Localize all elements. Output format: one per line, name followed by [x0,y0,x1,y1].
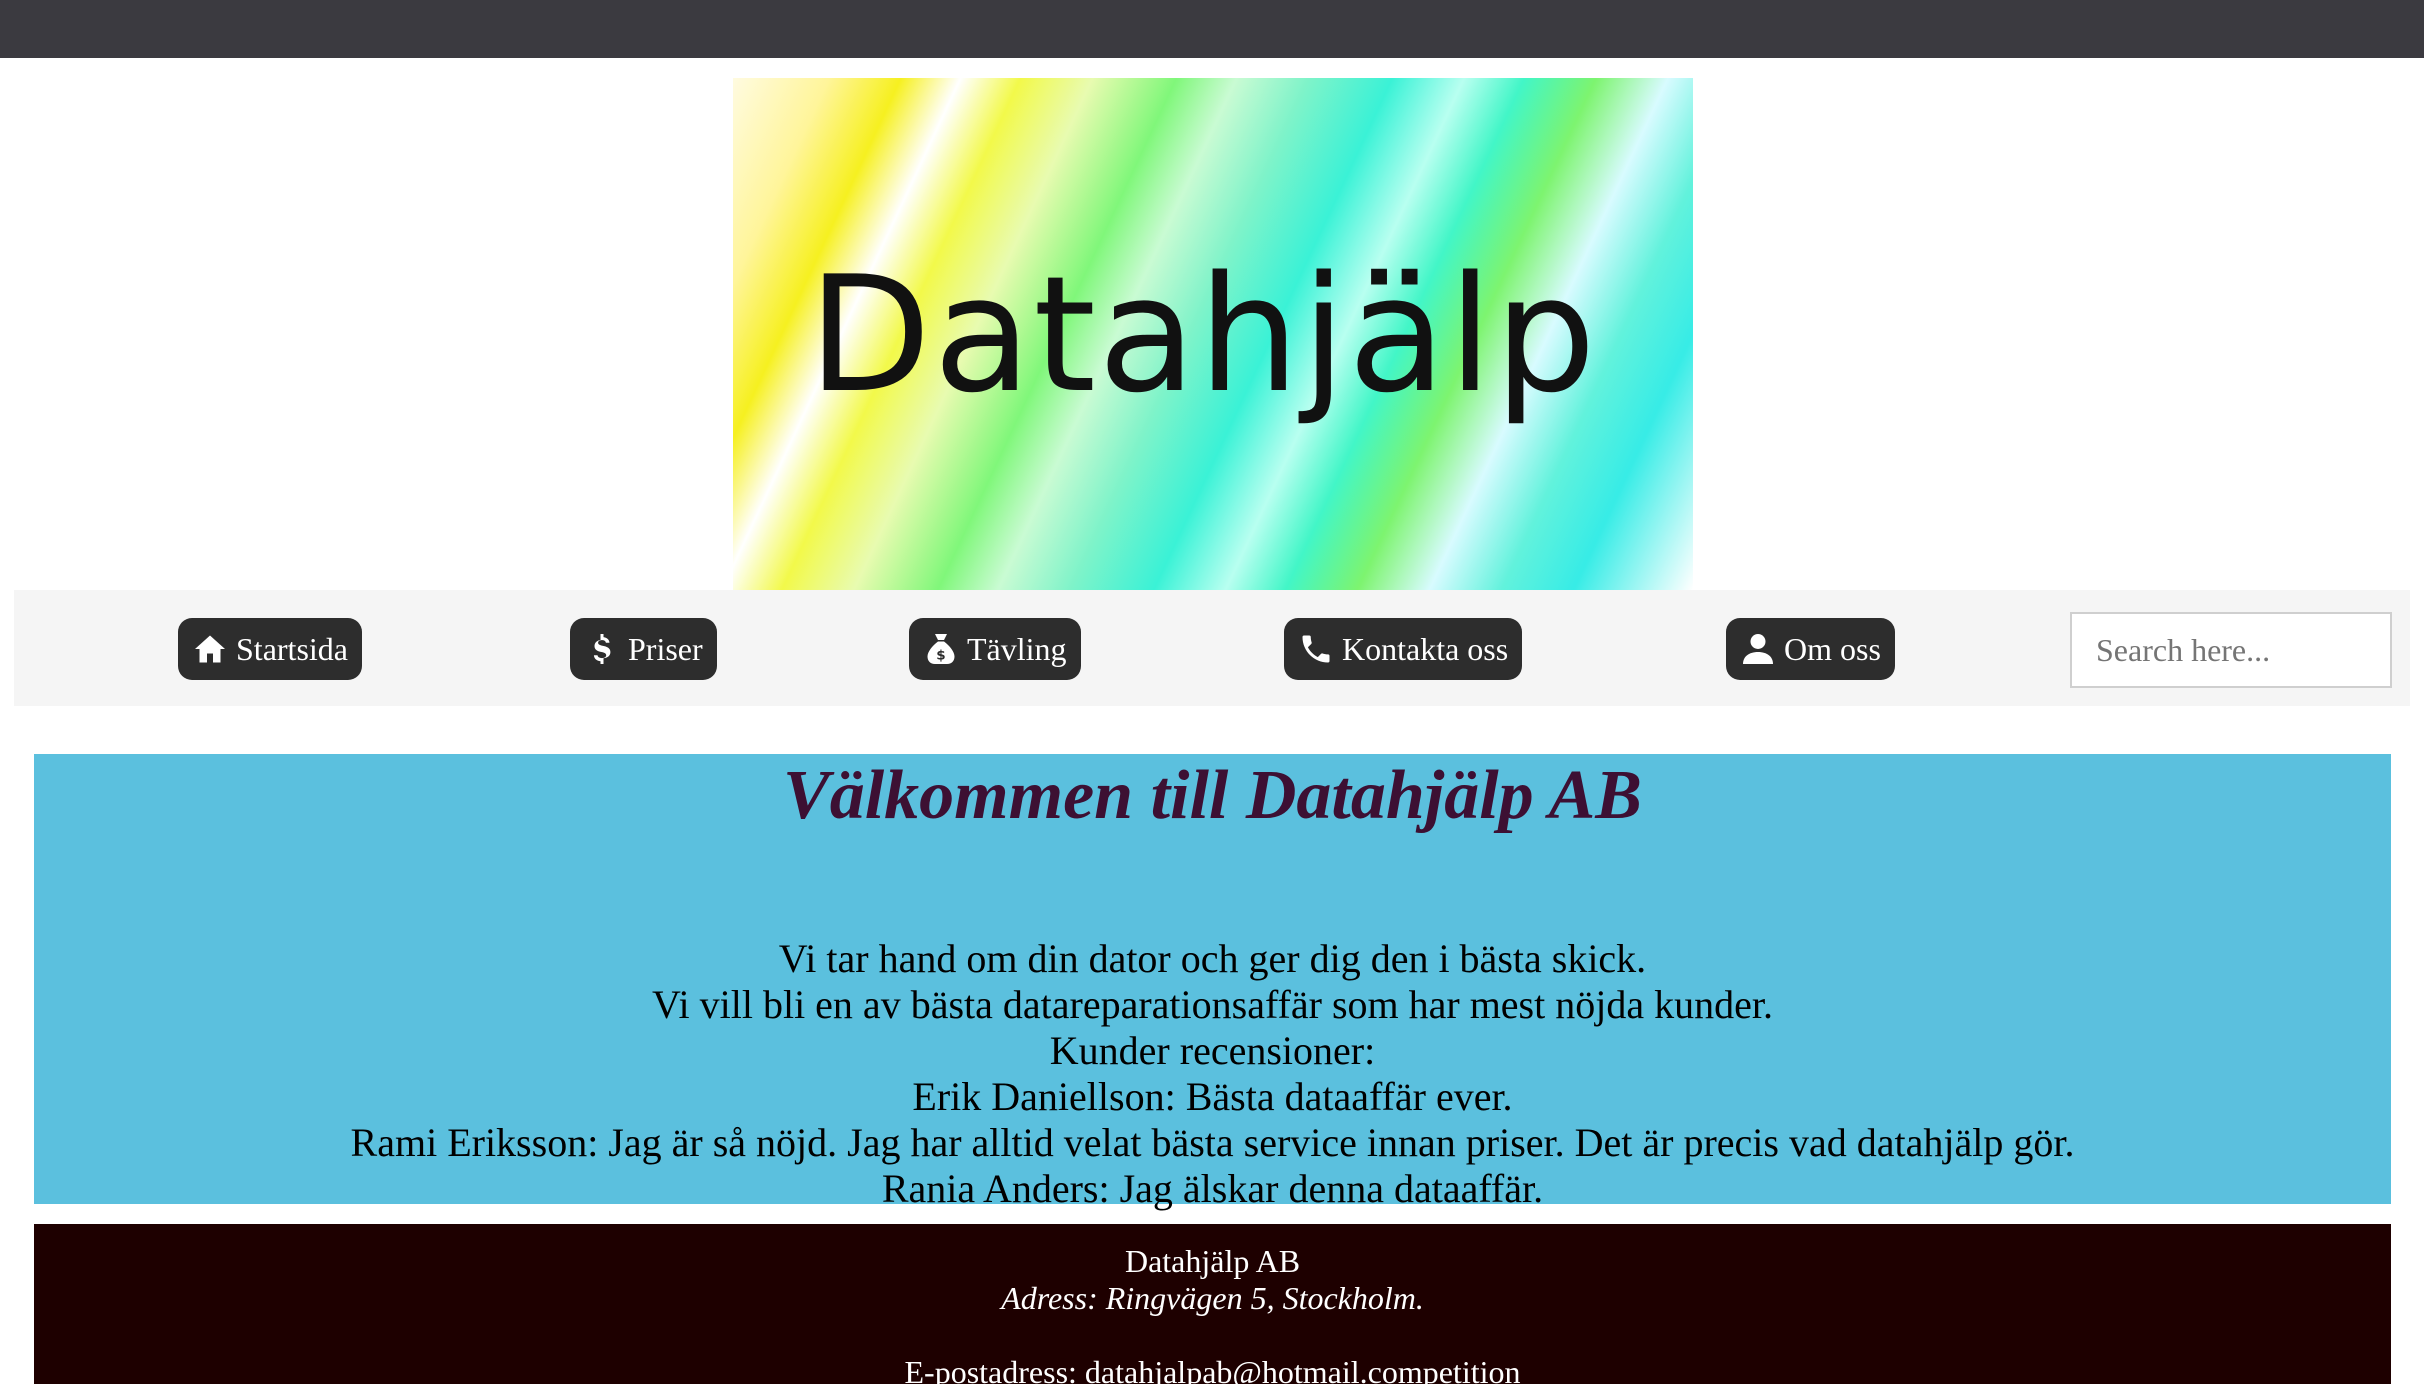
welcome-section: Välkommen till Datahjälp AB Vi tar hand … [34,754,2391,1211]
svg-text:$: $ [936,648,945,664]
nav-startsida-button[interactable]: Startsida [178,618,362,680]
review-line: Rania Anders: Jag älskar denna dataaffär… [881,1166,1544,1211]
nav-kontakta-label: Kontakta oss [1342,630,1509,667]
phone-icon [1302,635,1330,663]
nav-om-oss-label: Om oss [1784,630,1881,667]
banner-logo-text: Datahjälp [808,240,1598,428]
nav-tavling-label: Tävling [967,630,1067,667]
footer-company: Datahjälp AB [1124,1243,1301,1279]
dollar-icon [593,634,611,664]
nav-bar: Startsida Priser $ Tävling Kontakta oss … [14,590,2410,706]
nav-priser-button[interactable]: Priser [570,618,717,680]
nav-tavling-button[interactable]: $ Tävling [909,618,1081,680]
review-line: Rami Eriksson: Jag är så nöjd. Jag har a… [350,1120,2075,1165]
footer-email: E-postadress: datahjalpab@hotmail.compet… [904,1354,1521,1390]
browser-top-bar [0,0,2424,58]
nav-kontakta-button[interactable]: Kontakta oss [1284,618,1523,680]
home-icon [195,635,225,663]
welcome-text: Vi tar hand om din dator och ger dig den… [34,936,2391,1212]
search-input[interactable] [2070,612,2392,688]
logo-banner: Datahjälp [733,78,1693,590]
nav-priser-label: Priser [628,630,703,667]
welcome-line: Vi tar hand om din dator och ger dig den… [778,936,1647,981]
welcome-line: Vi vill bli en av bästa datareparationsa… [652,982,1773,1027]
user-icon [1743,634,1773,664]
money-bag-icon: $ [927,634,955,664]
nav-om-oss-button[interactable]: Om oss [1726,618,1895,680]
review-line: Erik Daniellson: Bästa dataaffär ever. [912,1074,1513,1119]
footer: Datahjälp AB Adress: Ringvägen 5, Stockh… [34,1224,2391,1390]
nav-startsida-label: Startsida [236,630,348,667]
welcome-title: Välkommen till Datahjälp AB [783,757,1642,834]
footer-address: Adress: Ringvägen 5, Stockholm. [1001,1280,1424,1316]
reviews-heading: Kunder recensioner: [1049,1028,1376,1073]
